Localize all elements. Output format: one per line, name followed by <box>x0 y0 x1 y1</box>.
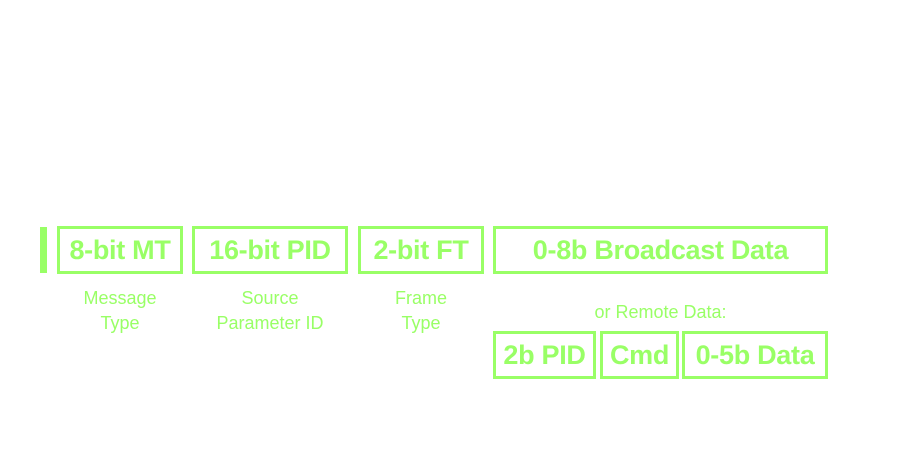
caption-message-type: Message Type <box>60 286 180 336</box>
field-source-pid: 16-bit PID <box>192 226 348 274</box>
caption-line: Source <box>241 288 299 308</box>
caption-frame-type: Frame Type <box>361 286 481 336</box>
caption-line: Frame <box>394 288 447 308</box>
field-remote-pid: 2b PID <box>493 331 596 379</box>
field-remote-data: 0-5b Data <box>682 331 828 379</box>
field-remote-cmd: Cmd <box>600 331 679 379</box>
field-broadcast-data: 0-8b Broadcast Data <box>493 226 828 274</box>
start-marker <box>40 227 47 273</box>
caption-line: Parameter ID <box>216 313 324 333</box>
caption-line: Message <box>83 288 157 308</box>
caption-remote-data: or Remote Data: <box>594 302 727 322</box>
caption-source-pid: Source Parameter ID <box>195 286 345 336</box>
caption-line: Type <box>100 313 140 333</box>
caption-line: Type <box>401 313 441 333</box>
field-frame-type: 2-bit FT <box>358 226 484 274</box>
field-message-type: 8-bit MT <box>57 226 183 274</box>
